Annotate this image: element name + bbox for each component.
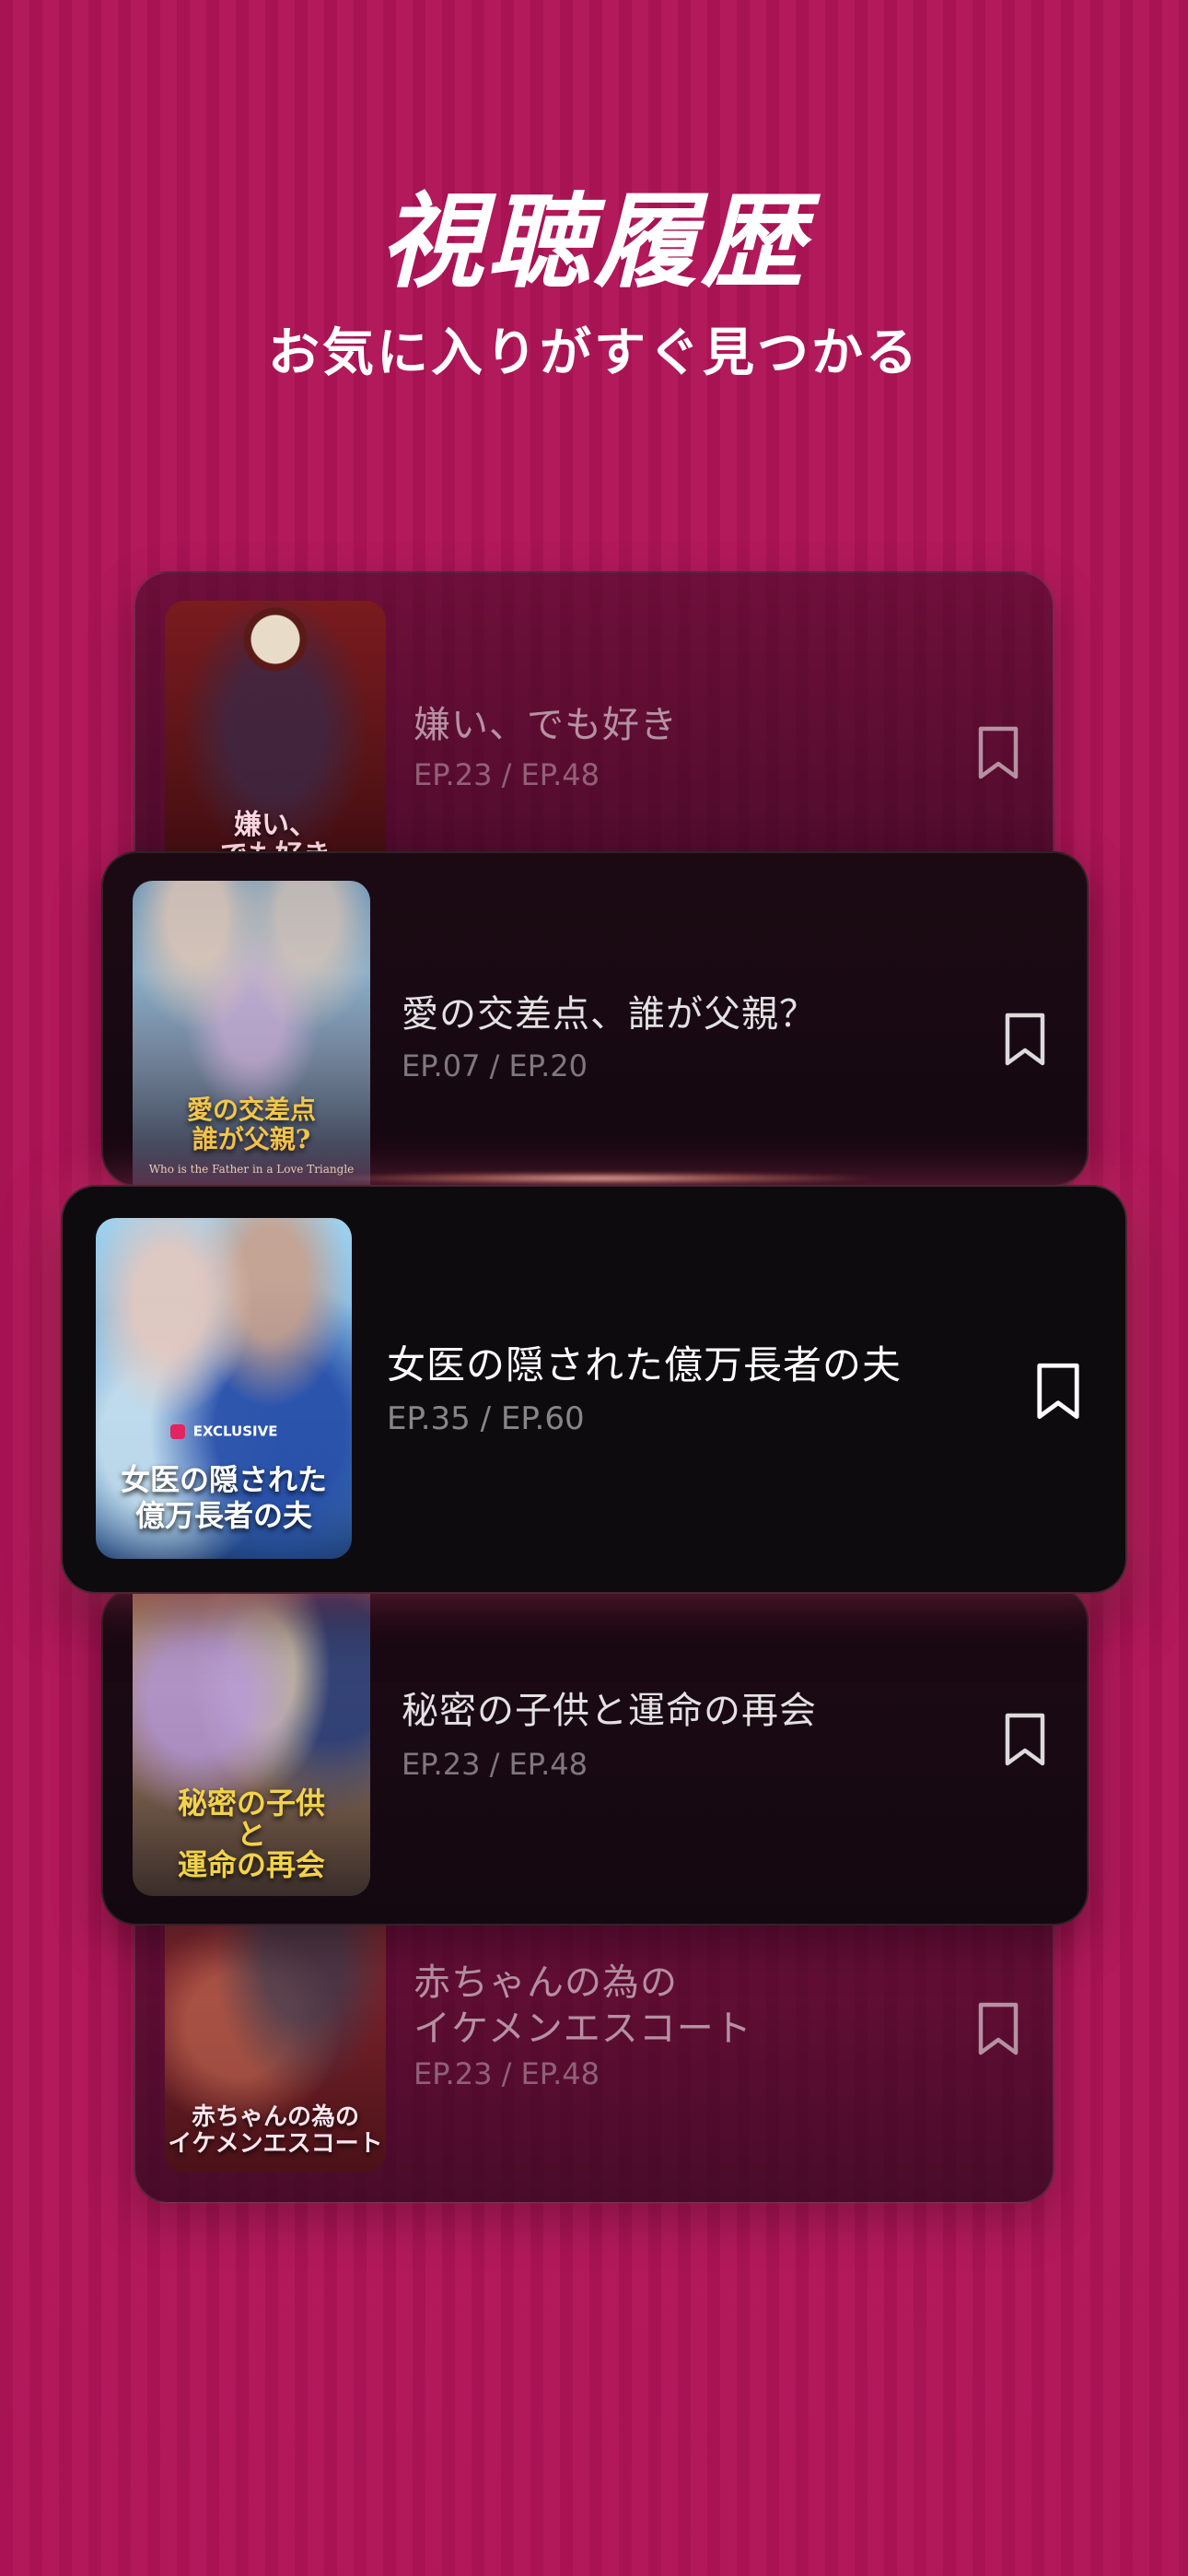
hero-title: 視聴履歴 [380,182,808,302]
play-icon [169,1423,185,1439]
highlight-glow [313,1172,884,1185]
bookmark-icon[interactable] [1031,1362,1085,1423]
poster-image: 赤ちゃんの為の イケメンエスコート [165,1887,386,2172]
poster-image: EXCLUSIVE 女医の隠された 億万長者の夫 [96,1218,352,1559]
episode-progress: EP.23 / EP.48 [413,2056,600,2091]
history-card-2[interactable]: 愛の交差点 誰が父親? Who is the Father in a Love … [101,851,1089,1187]
background-fade [0,2207,1188,2576]
history-card-4[interactable]: 秘密の子供 と 運命の再会 秘密の子供と運命の再会 EP.23 / EP.48 [101,1587,1089,1926]
drama-title: 秘密の子供と運命の再会 [402,1690,817,1732]
drama-title: 女医の隠された億万長者の夫 [387,1342,903,1388]
poster-image: 嫌い、 でも好き [165,601,386,886]
bookmark-icon[interactable] [973,2001,1023,2058]
poster-image: 愛の交差点 誰が父親? Who is the Father in a Love … [133,881,370,1185]
history-card-3[interactable]: EXCLUSIVE 女医の隠された 億万長者の夫 女医の隠された億万長者の夫 E… [61,1185,1127,1594]
bookmark-icon[interactable] [1000,1012,1050,1069]
poster-image: 秘密の子供 と 運命の再会 [133,1588,370,1896]
episode-progress: EP.35 / EP.60 [387,1400,585,1437]
episode-progress: EP.07 / EP.20 [402,1048,588,1083]
poster-title-text: 秘密の子供 と 運命の再会 [177,1786,325,1883]
poster-title-text: 赤ちゃんの為の イケメンエスコート [168,2102,383,2158]
hero-subtitle: お気に入りがすぐ見つかる [268,323,920,383]
drama-title: 嫌い、でも好き [413,704,678,746]
episode-progress: EP.23 / EP.48 [402,1747,588,1782]
episode-progress: EP.23 / EP.48 [413,757,600,792]
exclusive-badge: EXCLUSIVE [96,1423,352,1440]
drama-title: 愛の交差点、誰が父親？ [402,993,817,1036]
poster-title-text: 愛の交差点 誰が父親? [186,1095,316,1154]
drama-title: 赤ちゃんの為の イケメンエスコート [413,1961,752,2050]
bookmark-icon[interactable] [973,725,1023,782]
badge-label: EXCLUSIVE [192,1423,278,1440]
poster-title-text: 女医の隠された 億万長者の夫 [120,1462,327,1533]
bookmark-icon[interactable] [1000,1712,1050,1769]
